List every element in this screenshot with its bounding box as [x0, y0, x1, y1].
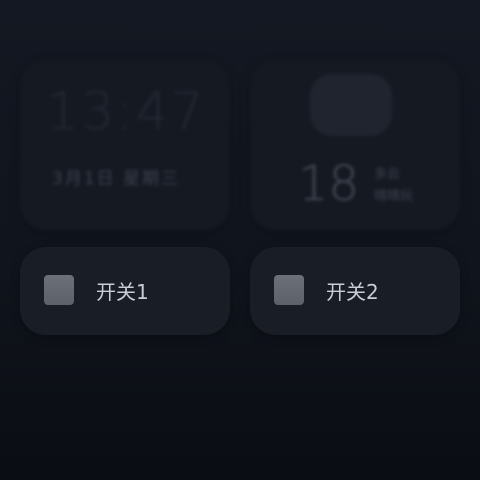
- weather-cloud-icon: [310, 74, 392, 136]
- weather-temperature: 18: [298, 156, 360, 212]
- weather-condition: 多云: [374, 167, 401, 182]
- switch-1-card[interactable]: 开关1: [20, 247, 230, 335]
- switch-1-label: 开关1: [96, 280, 149, 304]
- switch-2-card[interactable]: 开关2: [250, 247, 460, 335]
- clock-time: 13:47: [46, 82, 206, 142]
- weather-location: 晴晴玩: [374, 189, 414, 204]
- switch-square-icon: [44, 275, 74, 305]
- switch-square-icon: [274, 275, 304, 305]
- clock-date: 3月1日 星期三: [52, 169, 181, 189]
- clock-widget[interactable]: 13:47 3月1日 星期三: [20, 60, 230, 230]
- home-screen: 13:47 3月1日 星期三 18 多云 晴晴玩 开关1 开关2: [0, 0, 480, 480]
- weather-description: 多云 晴晴玩: [374, 164, 413, 208]
- switch-2-label: 开关2: [326, 280, 379, 304]
- weather-widget[interactable]: 18 多云 晴晴玩: [250, 60, 460, 230]
